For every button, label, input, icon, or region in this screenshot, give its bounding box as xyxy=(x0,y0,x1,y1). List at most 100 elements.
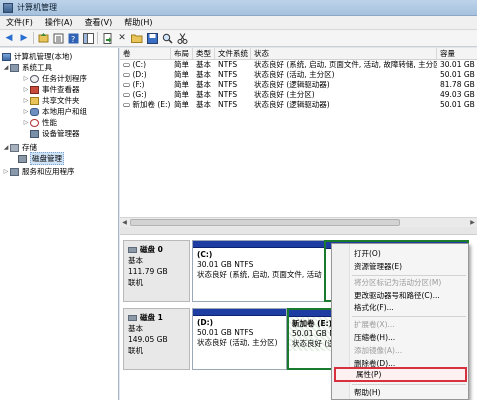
menu-separator xyxy=(352,384,466,385)
menu-item-open[interactable]: 打开(O) xyxy=(353,248,465,260)
volume-filesystem: NTFS xyxy=(218,90,238,99)
tree-item-shared-folders[interactable]: ▷ 共享文件夹 xyxy=(22,95,80,106)
delete-icon[interactable]: ✕ xyxy=(116,32,128,44)
up-icon[interactable] xyxy=(37,32,49,44)
performance-icon xyxy=(30,118,39,127)
volume-row[interactable]: ▭ (G:) 简单 基本 NTFS 状态良好 (主分区) 49.03 GB xyxy=(120,90,477,100)
expand-icon[interactable]: ▷ xyxy=(22,97,30,104)
toolbar-separator xyxy=(97,32,98,44)
disk-0-label[interactable]: 磁盘 0 基本 111.79 GB 联机 xyxy=(123,240,190,302)
partition-bar xyxy=(193,309,286,316)
column-header-status[interactable]: 状态 xyxy=(251,48,437,59)
export-icon[interactable] xyxy=(101,32,113,44)
partition-size: 50.01 GB NTFS xyxy=(197,328,254,337)
tree-item-task-scheduler[interactable]: ▷ 任务计划程序 xyxy=(22,73,87,84)
volume-capacity: 49.03 GB xyxy=(440,90,475,99)
scrollbar-thumb[interactable] xyxy=(130,219,400,226)
menu-bar: 文件(F) 操作(A) 查看(V) 帮助(H) xyxy=(0,16,477,30)
menu-item-mark-active[interactable]: 将分区标记为活动分区(M) xyxy=(353,277,465,289)
volume-row[interactable]: ▭ (F:) 简单 基本 NTFS 状态良好 (逻辑驱动器) 81.78 GB xyxy=(120,80,477,90)
forward-icon[interactable]: ▶ xyxy=(18,32,30,44)
scroll-right-icon[interactable]: ▶ xyxy=(468,218,477,227)
collapse-icon[interactable]: ◢ xyxy=(2,64,10,71)
menu-item-format[interactable]: 格式化(F)... xyxy=(353,302,465,314)
volume-name: (C:) xyxy=(132,60,147,69)
partition-e[interactable]: 新加卷 (E:) 50.01 GB NTFS 状态良好 (逻 xyxy=(287,308,333,370)
menu-item-add-mirror[interactable]: 添加镜像(A)... xyxy=(353,345,465,357)
menu-view[interactable]: 查看(V) xyxy=(79,17,119,28)
menu-item-help[interactable]: 帮助(H) xyxy=(353,387,465,399)
menu-item-extend-volume[interactable]: 扩展卷(X)... xyxy=(353,319,465,331)
partition-size: 30.01 GB NTFS xyxy=(197,260,254,269)
tree-label: 任务计划程序 xyxy=(42,74,87,83)
menu-item-properties[interactable]: 属性(P) xyxy=(334,367,467,382)
volume-row[interactable]: ▭ (D:) 简单 基本 NTFS 状态良好 (活动, 主分区) 50.01 G… xyxy=(120,70,477,80)
menu-action[interactable]: 操作(A) xyxy=(39,17,79,28)
disk-state: 联机 xyxy=(128,278,143,287)
horizontal-scrollbar[interactable]: ◀ ▶ xyxy=(120,217,477,227)
partition-d[interactable]: (D:) 50.01 GB NTFS 状态良好 (活动, 主分区) xyxy=(192,308,287,370)
volume-layout: 简单 xyxy=(174,70,189,79)
open-folder-icon[interactable] xyxy=(131,32,143,44)
menu-file[interactable]: 文件(F) xyxy=(0,17,39,28)
menu-help[interactable]: 帮助(H) xyxy=(118,17,158,28)
cut-icon[interactable] xyxy=(176,32,188,44)
column-header-type[interactable]: 类型 xyxy=(193,48,215,59)
menu-separator xyxy=(352,316,466,317)
volume-row[interactable]: ▭ (C:) 简单 基本 NTFS 状态良好 (系统, 启动, 页面文件, 活动… xyxy=(120,60,477,70)
volume-name: (F:) xyxy=(132,80,145,89)
volume-status: 状态良好 (系统, 启动, 页面文件, 活动, 故障转储, 主分区) xyxy=(254,60,437,69)
column-header-filesystem[interactable]: 文件系统 xyxy=(215,48,251,59)
disk-icon xyxy=(128,246,137,253)
tree-item-computer-management[interactable]: 计算机管理(本地) xyxy=(2,51,72,62)
shared-folder-icon xyxy=(30,96,39,105)
tree-item-local-users[interactable]: ▷ 本地用户和组 xyxy=(22,106,87,117)
partition-name: (C:) xyxy=(197,250,213,259)
tree-item-performance[interactable]: ▷ 性能 xyxy=(22,117,57,128)
navigation-tree: 计算机管理(本地) ◢ 系统工具 ▷ 任务计划程序 ▷ 事件查看器 ▷ 共享文件… xyxy=(0,48,119,400)
partition-c[interactable]: (C:) 30.01 GB NTFS 状态良好 (系统, 启动, 页面文件, 活… xyxy=(192,240,326,302)
tree-item-services-apps[interactable]: ▷ 服务和应用程序 xyxy=(2,166,75,177)
partition-status: 状态良好 (系统, 启动, 页面文件, 活动 xyxy=(197,270,322,279)
volume-row[interactable]: ▭ 新加卷 (E:) 简单 基本 NTFS 状态良好 (逻辑驱动器) 50.01… xyxy=(120,100,477,110)
disk-1-label[interactable]: 磁盘 1 基本 149.05 GB 联机 xyxy=(123,308,190,370)
expand-icon[interactable]: ▷ xyxy=(22,86,30,93)
tree-item-event-viewer[interactable]: ▷ 事件查看器 xyxy=(22,84,80,95)
volume-filesystem: NTFS xyxy=(218,60,238,69)
expand-icon[interactable]: ▷ xyxy=(22,75,30,82)
collapse-icon[interactable]: ◢ xyxy=(2,144,10,151)
volume-type: 基本 xyxy=(196,60,211,69)
title-bar: 计算机管理 xyxy=(0,0,477,16)
storage-icon xyxy=(10,143,19,152)
volume-filesystem: NTFS xyxy=(218,70,238,79)
expand-icon[interactable]: ▷ xyxy=(22,108,30,115)
pane-divider[interactable] xyxy=(120,227,477,235)
menu-item-shrink-volume[interactable]: 压缩卷(H)... xyxy=(353,332,465,344)
tree-item-device-manager[interactable]: 设备管理器 xyxy=(30,128,80,139)
menu-item-change-drive-letter[interactable]: 更改驱动器号和路径(C)... xyxy=(353,290,465,302)
column-header-volume[interactable]: 卷 xyxy=(120,48,171,59)
properties-icon[interactable] xyxy=(52,32,64,44)
tree-item-system-tools[interactable]: ◢ 系统工具 xyxy=(2,62,52,73)
expand-icon[interactable]: ▷ xyxy=(22,119,30,126)
partition-bar xyxy=(289,310,331,317)
menu-separator xyxy=(352,275,466,276)
search-icon[interactable] xyxy=(161,32,173,44)
column-header-capacity[interactable]: 容量 xyxy=(437,48,477,59)
tree-item-disk-management[interactable]: 磁盘管理 xyxy=(18,152,64,165)
partition-name: 新加卷 (E:) xyxy=(292,319,333,328)
computer-icon xyxy=(2,52,11,61)
tree-label: 共享文件夹 xyxy=(42,96,80,105)
column-header-layout[interactable]: 布局 xyxy=(171,48,193,59)
back-icon[interactable]: ◀ xyxy=(3,32,15,44)
svg-text:?: ? xyxy=(71,35,75,44)
tree-label: 本地用户和组 xyxy=(42,107,87,116)
menu-item-explorer[interactable]: 资源管理器(E) xyxy=(353,261,465,273)
help-icon[interactable]: ? xyxy=(67,32,79,44)
scroll-left-icon[interactable]: ◀ xyxy=(120,218,129,227)
tree-label: 系统工具 xyxy=(22,63,52,72)
save-icon[interactable] xyxy=(146,32,158,44)
show-hide-icon[interactable] xyxy=(82,32,94,44)
expand-icon[interactable]: ▷ xyxy=(2,168,10,175)
volume-list: ▭ (C:) 简单 基本 NTFS 状态良好 (系统, 启动, 页面文件, 活动… xyxy=(120,60,477,226)
